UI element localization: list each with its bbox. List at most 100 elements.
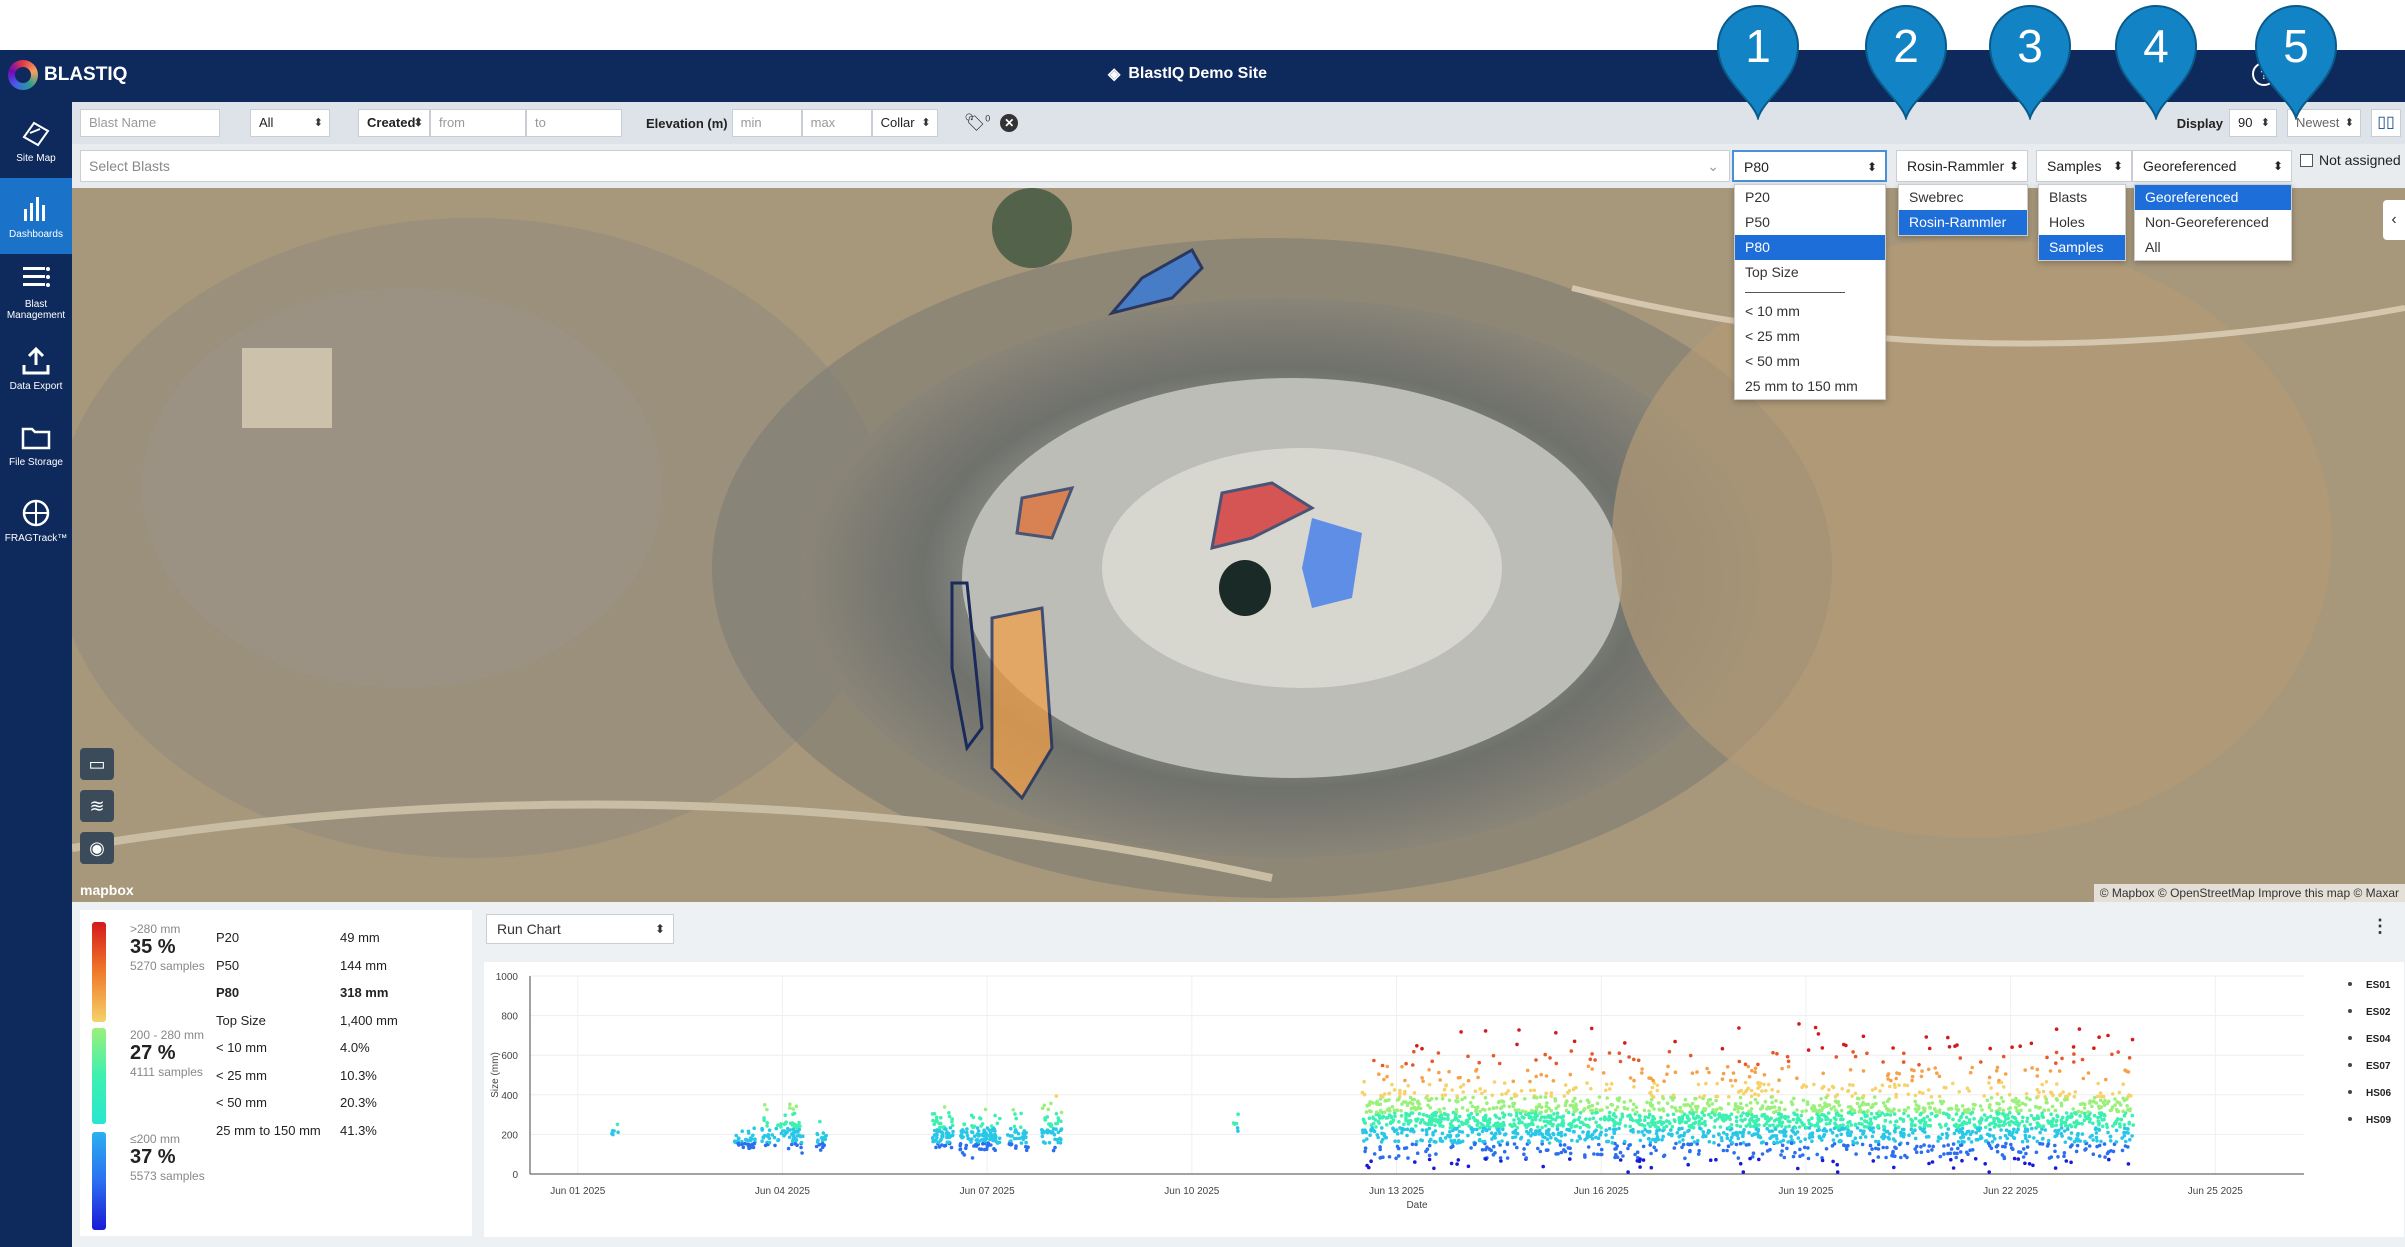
data-point xyxy=(1942,1085,1947,1090)
data-point xyxy=(1474,1108,1479,1113)
x-tick-label: Jun 01 2025 xyxy=(550,1186,605,1197)
data-point xyxy=(1744,1103,1749,1108)
not-assigned-checkbox[interactable] xyxy=(2300,153,2313,167)
distribution-model-option[interactable]: Rosin-Rammler xyxy=(1899,210,2027,235)
aggregation-select[interactable]: Samples xyxy=(2036,150,2132,182)
data-point xyxy=(1822,1132,1827,1137)
data-point xyxy=(1472,1142,1477,1147)
sidebar-item-data-export[interactable]: Data Export xyxy=(0,330,72,406)
data-point xyxy=(2119,1117,2123,1122)
site-name[interactable]: ◈ BlastIQ Demo Site xyxy=(1108,64,1267,84)
map-attribution[interactable]: © Mapbox © OpenStreetMap Improve this ma… xyxy=(2093,884,2405,902)
chart-type-select[interactable]: Run Chart xyxy=(486,914,674,944)
data-point xyxy=(1941,1099,1946,1104)
ruler-icon[interactable]: ▭ xyxy=(80,748,114,780)
distribution-model-select[interactable]: Rosin-Rammler xyxy=(1896,150,2028,182)
size-metric-option[interactable]: < 50 mm xyxy=(1735,349,1885,374)
data-point xyxy=(774,1126,779,1131)
data-point xyxy=(1042,1103,1047,1108)
aggregation-option[interactable]: Blasts xyxy=(2039,185,2125,210)
book-icon[interactable]: ▯▯ xyxy=(2371,109,2401,137)
size-metric-option[interactable]: Top Size xyxy=(1735,260,1885,285)
chevron-down-icon[interactable]: ⌄ xyxy=(1707,151,1719,181)
y-tick-label: 600 xyxy=(501,1051,518,1062)
app-logo[interactable]: BLASTIQ xyxy=(8,60,127,90)
aggregation-option[interactable]: Holes xyxy=(2039,210,2125,235)
data-point xyxy=(1821,1071,1825,1076)
data-point xyxy=(1816,1116,1821,1120)
data-point xyxy=(1398,1091,1402,1096)
data-point xyxy=(1989,1108,1994,1113)
sidebar-item-dashboards[interactable]: Dashboards xyxy=(0,178,72,254)
data-point xyxy=(1415,1106,1420,1111)
data-point xyxy=(1449,1161,1454,1166)
data-point xyxy=(1430,1117,1435,1121)
eye-icon[interactable]: ◉ xyxy=(80,832,114,864)
data-point xyxy=(1650,1118,1655,1122)
georeference-option[interactable]: Non-Georeferenced xyxy=(2135,210,2291,235)
data-point xyxy=(1587,1125,1591,1129)
tag-icon[interactable]: 🏷0 xyxy=(964,113,991,133)
data-point xyxy=(773,1143,777,1148)
data-point xyxy=(1969,1111,1973,1116)
data-point xyxy=(1995,1111,1999,1115)
data-point xyxy=(994,1139,998,1144)
from-date-input[interactable]: from xyxy=(430,109,526,137)
blast-name-input[interactable]: Blast Name xyxy=(80,109,220,137)
data-point xyxy=(1687,1128,1691,1133)
elevation-min-input[interactable]: min xyxy=(731,109,802,137)
data-point xyxy=(1617,1126,1621,1131)
size-metric-option[interactable]: < 10 mm xyxy=(1735,299,1885,324)
data-point xyxy=(794,1104,799,1108)
data-point xyxy=(1914,1150,1919,1155)
sidebar-item-file-storage[interactable]: File Storage xyxy=(0,406,72,482)
size-metric-option[interactable]: P20 xyxy=(1735,185,1885,210)
data-point xyxy=(1866,1109,1870,1113)
data-point xyxy=(1528,1088,1533,1093)
georeference-option[interactable]: Georeferenced xyxy=(2135,185,2291,210)
elevation-max-input[interactable]: max xyxy=(801,109,872,137)
fragtrack-icon xyxy=(22,499,50,526)
aggregation-option[interactable]: Samples xyxy=(2039,235,2125,260)
data-point xyxy=(1922,1124,1927,1128)
georeference-select[interactable]: Georeferenced xyxy=(2132,150,2292,182)
clear-filters-icon[interactable]: ✕ xyxy=(1000,114,1019,132)
to-date-input[interactable]: to xyxy=(526,109,622,137)
select-blasts-input[interactable]: Select Blasts ⌄ xyxy=(80,150,1730,182)
data-point xyxy=(791,1112,795,1117)
data-point xyxy=(2097,1123,2101,1127)
size-metric-select[interactable]: P80 xyxy=(1732,150,1887,182)
data-point xyxy=(1871,1130,1876,1134)
size-metric-option[interactable]: < 25 mm xyxy=(1735,324,1885,349)
more-options-icon[interactable]: ⋮ xyxy=(2371,916,2389,937)
created-select[interactable]: Created xyxy=(358,109,430,137)
data-point xyxy=(2114,1140,2119,1144)
data-point xyxy=(1514,1114,1519,1118)
georeference-option[interactable]: All xyxy=(2135,235,2291,260)
sidebar-item-blast-management[interactable]: Blast Management xyxy=(0,254,72,330)
data-point xyxy=(1938,1110,1942,1115)
sidebar-item-site-map[interactable]: Site Map xyxy=(0,102,72,178)
data-point xyxy=(1730,1141,1735,1145)
distribution-model-option[interactable]: Swebrec xyxy=(1899,185,2027,210)
size-metric-option[interactable]: 25 mm to 150 mm xyxy=(1735,374,1885,399)
data-point xyxy=(1395,1108,1400,1112)
data-point xyxy=(1043,1118,1047,1122)
size-metric-option[interactable]: P80 xyxy=(1735,235,1885,260)
size-metric-option[interactable]: P50 xyxy=(1735,210,1885,235)
site-map[interactable]: ‹ ▭ ≋ ◉ mapbox © Mapbox © OpenStreetMap … xyxy=(72,188,2405,902)
collar-select[interactable]: Collar xyxy=(871,109,938,137)
not-assigned-toggle[interactable]: Not assigned xyxy=(2300,152,2401,168)
data-point xyxy=(1824,1095,1828,1100)
panel-collapse-icon[interactable]: ‹ xyxy=(2383,200,2405,240)
data-point xyxy=(788,1121,793,1126)
status-select[interactable]: All xyxy=(250,109,330,137)
data-point xyxy=(1517,1121,1521,1125)
data-point xyxy=(1490,1137,1494,1141)
data-point xyxy=(1725,1132,1729,1137)
data-point xyxy=(1438,1110,1443,1114)
data-point xyxy=(1881,1060,1885,1064)
layers-icon[interactable]: ≋ xyxy=(80,790,114,822)
site-name-label: BlastIQ Demo Site xyxy=(1128,65,1268,82)
sidebar-item-fragtrack[interactable]: FRAGTrack™ xyxy=(0,482,72,558)
